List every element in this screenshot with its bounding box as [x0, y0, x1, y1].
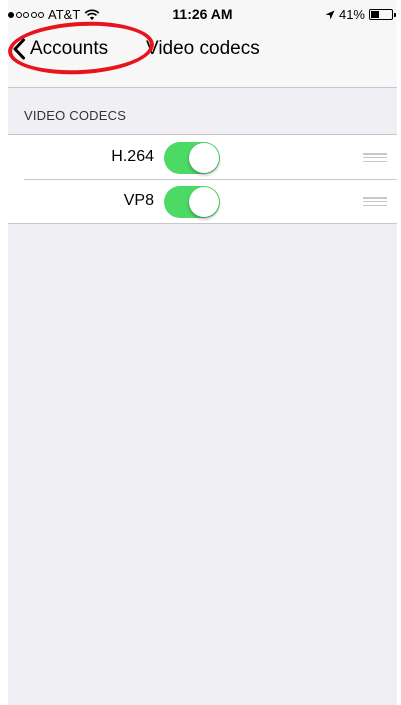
codec-row-h264: H.264	[8, 135, 397, 179]
codec-toggle-vp8[interactable]	[164, 186, 220, 218]
location-arrow-icon	[325, 10, 335, 19]
toggle-knob	[189, 187, 219, 217]
battery-icon	[369, 9, 396, 20]
battery-percent: 41%	[338, 7, 365, 22]
toggle-knob	[189, 143, 219, 173]
chevron-left-icon	[13, 38, 25, 60]
codec-list: H.264 VP8	[8, 134, 397, 224]
codec-row-vp8: VP8	[8, 179, 397, 223]
back-button[interactable]: Accounts	[12, 32, 108, 66]
reorder-handle-icon[interactable]	[363, 197, 387, 206]
section-header: VIDEO CODECS	[24, 108, 127, 123]
status-right: 41%	[325, 7, 396, 22]
codec-toggle-h264[interactable]	[164, 142, 220, 174]
codec-label: H.264	[111, 148, 154, 165]
navigation-bar: Accounts Video codecs	[8, 26, 397, 72]
reorder-handle-icon[interactable]	[363, 153, 387, 162]
battery-level	[371, 11, 379, 18]
top-bar: AT&T 11:26 AM 41% Accounts Video codecs	[8, 0, 397, 88]
status-bar: AT&T 11:26 AM 41%	[8, 0, 397, 26]
codec-label: VP8	[123, 192, 154, 209]
page-title: Video codecs	[146, 38, 260, 59]
back-button-label: Accounts	[30, 38, 109, 59]
phone-screen: AT&T 11:26 AM 41% Accounts Video codecs …	[6, 0, 397, 705]
